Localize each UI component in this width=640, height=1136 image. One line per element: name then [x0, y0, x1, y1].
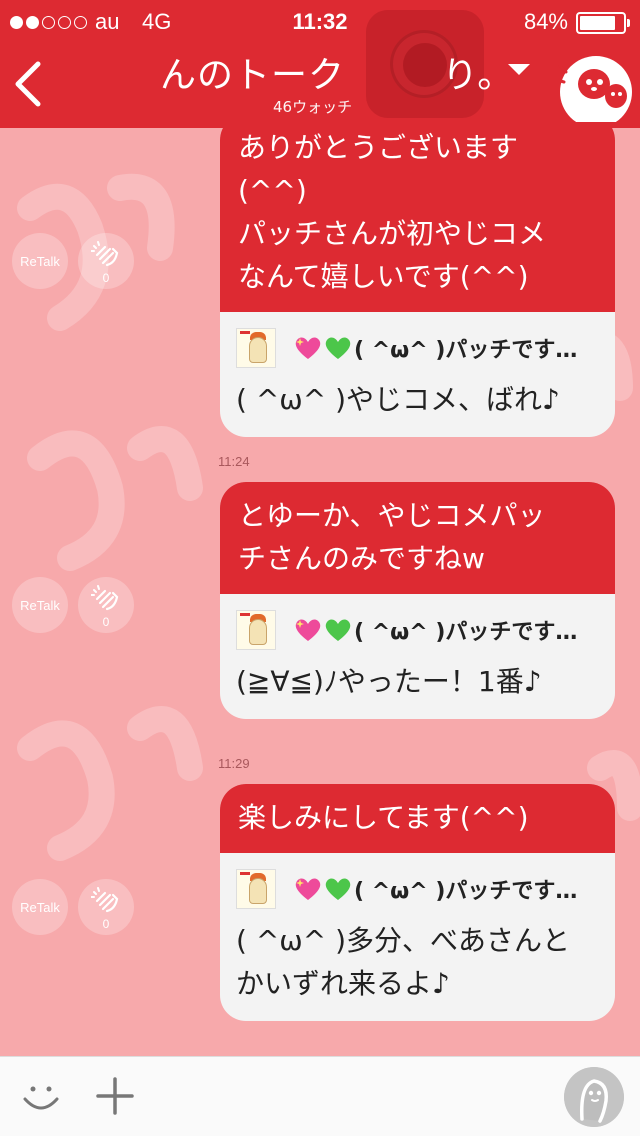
message-bubble[interactable]: ありがとうございます (^^) パッチさんが初やじコメ なんて嬉しいです(^^)… — [220, 128, 615, 437]
page-title-extra: り。 — [442, 55, 514, 96]
back-button[interactable] — [12, 60, 46, 108]
page-title: んのトーク — [160, 55, 346, 96]
add-button[interactable] — [96, 1077, 134, 1115]
caret-down-icon[interactable] — [508, 64, 530, 75]
sparkle-heart-icon — [295, 878, 321, 900]
message-bubble[interactable]: 楽しみにしてます(^^) ( ^ω^ )パッチです… ( ^ω^ )多分、べあさ… — [220, 784, 615, 1021]
quoted-comment[interactable]: ( ^ω^ )パッチです… (≧∀≦)ﾉやったー！1番♪ — [220, 594, 615, 719]
quote-text: ( ^ω^ )多分、べあさんと かいずれ来るよ♪ — [236, 924, 571, 1000]
watcher-count: 46ウォッチ — [273, 98, 353, 116]
message-text: とゆーか、やじコメパッ チさんのみですねw — [220, 482, 615, 594]
message-timestamp: 11:24 — [218, 454, 250, 469]
message-bubble[interactable]: とゆーか、やじコメパッ チさんのみですねw ( ^ω^ )パッチです… (≧∀≦… — [220, 482, 615, 719]
green-heart-icon — [325, 619, 351, 641]
quote-text: (≧∀≦)ﾉやったー！1番♪ — [236, 665, 542, 698]
clap-icon — [91, 241, 119, 267]
clap-button[interactable]: 0 — [78, 233, 134, 289]
quoted-comment[interactable]: ( ^ω^ )パッチです… ( ^ω^ )やじコメ、ばれ♪ — [220, 312, 615, 437]
clap-count: 0 — [102, 615, 110, 629]
clap-count: 0 — [102, 917, 110, 931]
status-bar: au 4G 11:32 84% — [0, 6, 640, 38]
input-bar — [0, 1056, 640, 1136]
message-actions: ReTalk 0 — [12, 577, 134, 633]
message-text: 楽しみにしてます(^^) — [220, 784, 615, 853]
profile-icon — [564, 1067, 624, 1127]
clap-icon — [91, 887, 119, 913]
message-timestamp: 11:29 — [218, 756, 250, 771]
mascot-button[interactable] — [555, 55, 636, 128]
emoji-button[interactable] — [20, 1077, 62, 1119]
quote-text: ( ^ω^ )やじコメ、ばれ♪ — [236, 383, 560, 416]
smile-icon — [23, 1086, 59, 1110]
retalk-button[interactable]: ReTalk — [12, 233, 68, 289]
green-heart-icon — [325, 337, 351, 359]
battery-fill — [580, 16, 616, 30]
message-actions: ReTalk 0 — [12, 879, 134, 935]
header-bar: au 4G 11:32 84% んのトーク 46ウォッチ り。 — [0, 0, 640, 128]
ghost-mascot-icon — [555, 55, 632, 128]
sparkle-heart-icon — [295, 619, 321, 641]
retalk-button[interactable]: ReTalk — [12, 879, 68, 935]
avatar — [236, 869, 276, 909]
green-heart-icon — [325, 878, 351, 900]
battery-icon — [576, 12, 630, 34]
message-actions: ReTalk 0 — [12, 233, 134, 289]
chevron-left-icon — [15, 61, 41, 107]
retalk-button[interactable]: ReTalk — [12, 577, 68, 633]
message-text: ありがとうございます (^^) パッチさんが初やじコメ なんて嬉しいです(^^) — [220, 128, 615, 312]
clap-icon — [91, 585, 119, 611]
avatar — [236, 328, 276, 368]
quote-author: ( ^ω^ )パッチです… — [294, 332, 577, 364]
avatar — [236, 610, 276, 650]
profile-button[interactable] — [564, 1067, 624, 1127]
quote-author: ( ^ω^ )パッチです… — [294, 873, 577, 905]
clap-button[interactable]: 0 — [78, 879, 134, 935]
quoted-comment[interactable]: ( ^ω^ )パッチです… ( ^ω^ )多分、べあさんと かいずれ来るよ♪ — [220, 853, 615, 1021]
clap-count: 0 — [102, 271, 110, 285]
plus-icon — [96, 1077, 134, 1115]
quote-author: ( ^ω^ )パッチです… — [294, 614, 577, 646]
clap-button[interactable]: 0 — [78, 577, 134, 633]
chat-area[interactable]: ありがとうございます (^^) パッチさんが初やじコメ なんて嬉しいです(^^)… — [0, 128, 640, 1056]
battery-percent: 84% — [523, 9, 568, 34]
sparkle-heart-icon — [295, 337, 321, 359]
